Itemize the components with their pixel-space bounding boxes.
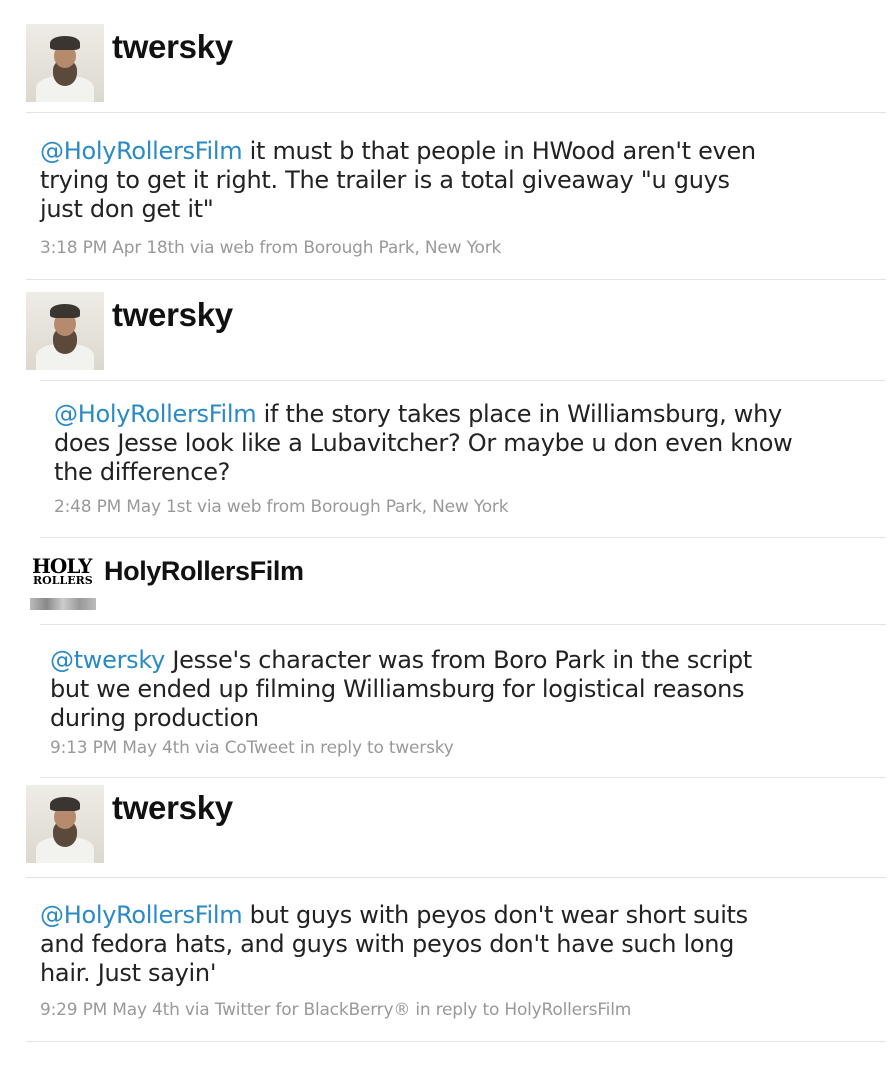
divider: [26, 877, 886, 878]
tweet-meta: 2:48 PM May 1st via web from Borough Par…: [54, 497, 509, 517]
user-avatar-icon[interactable]: [26, 24, 104, 102]
divider: [26, 1041, 886, 1042]
tweet-text: @HolyRollersFilm it must b that people i…: [40, 137, 756, 223]
divider: [40, 624, 886, 625]
tweet-text: @HolyRollersFilm if the story takes plac…: [54, 400, 793, 486]
tweet-text: @twersky Jesse's character was from Boro…: [50, 646, 752, 732]
divider: [40, 380, 886, 381]
tweet-username[interactable]: twersky: [112, 296, 233, 334]
user-avatar-icon[interactable]: [26, 292, 104, 370]
mention-link[interactable]: @HolyRollersFilm: [40, 137, 243, 165]
mention-link[interactable]: @HolyRollersFilm: [40, 901, 243, 929]
logo-text: ROLLERS: [33, 574, 93, 587]
tweet-username[interactable]: twersky: [112, 28, 233, 66]
tweet-username[interactable]: HolyRollersFilm: [104, 556, 304, 587]
mention-link[interactable]: @twersky: [50, 646, 165, 674]
divider: [40, 777, 886, 778]
logo-text: HOLY: [32, 554, 92, 578]
holy-rollers-logo-icon[interactable]: HOLY ROLLERS: [30, 548, 96, 612]
tweet-username[interactable]: twersky: [112, 789, 233, 827]
tweet-text: @HolyRollersFilm but guys with peyos don…: [40, 901, 748, 987]
tweet-meta: 3:18 PM Apr 18th via web from Borough Pa…: [40, 238, 502, 258]
user-avatar-icon[interactable]: [26, 785, 104, 863]
divider: [26, 279, 886, 280]
tweet-meta: 9:13 PM May 4th via CoTweet in reply to …: [50, 738, 454, 758]
divider: [26, 112, 886, 113]
tweet-meta: 9:29 PM May 4th via Twitter for BlackBer…: [40, 1000, 632, 1020]
divider: [40, 537, 886, 538]
mention-link[interactable]: @HolyRollersFilm: [54, 400, 257, 428]
